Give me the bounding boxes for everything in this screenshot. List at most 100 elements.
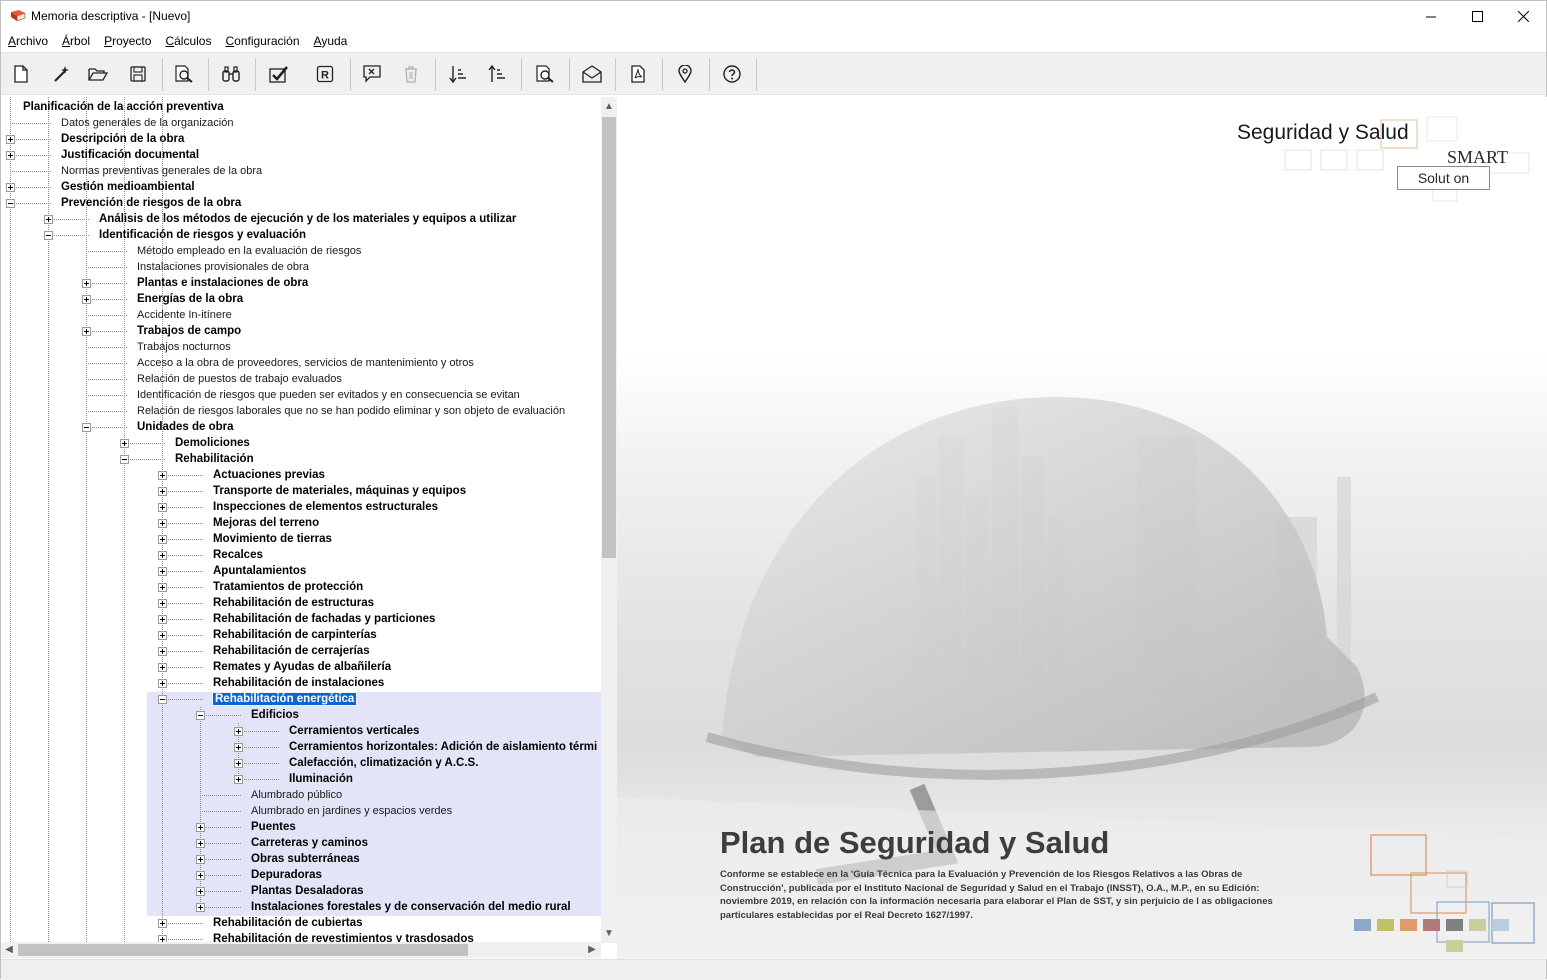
tree-item[interactable]: Inspecciones de elementos estructurales: [213, 499, 438, 515]
expand-plus-icon[interactable]: [158, 551, 167, 560]
tree-item[interactable]: Cerramientos verticales: [289, 723, 419, 739]
expand-plus-icon[interactable]: [158, 599, 167, 608]
tree-item[interactable]: Plantas e instalaciones de obra: [137, 275, 308, 291]
tree-item[interactable]: Rehabilitación de cubiertas: [213, 915, 363, 931]
scroll-right-arrow-icon[interactable]: ▶: [584, 942, 600, 958]
expand-plus-icon[interactable]: [196, 903, 205, 912]
tree-item[interactable]: Rehabilitación de carpinterías: [213, 627, 377, 643]
expand-plus-icon[interactable]: [196, 823, 205, 832]
menu-arbol[interactable]: Árbol: [55, 32, 97, 52]
expand-plus-icon[interactable]: [158, 615, 167, 624]
expand-plus-icon[interactable]: [196, 887, 205, 896]
tree-item[interactable]: Rehabilitación: [175, 451, 254, 467]
tree-item[interactable]: Rehabilitación de estructuras: [213, 595, 374, 611]
expand-plus-icon[interactable]: [6, 151, 15, 160]
project-tree[interactable]: Planificación de la acción preventiva Da…: [1, 97, 617, 959]
tree-item[interactable]: Calefacción, climatización y A.C.S.: [289, 755, 478, 771]
expand-plus-icon[interactable]: [158, 663, 167, 672]
expand-plus-icon[interactable]: [158, 503, 167, 512]
location-button[interactable]: [672, 61, 698, 87]
tree-item[interactable]: Remates y Ayudas de albañilería: [213, 659, 391, 675]
tree-item[interactable]: Plantas Desaladoras: [251, 883, 364, 899]
tree-item[interactable]: Alumbrado público: [251, 787, 342, 803]
tree-item[interactable]: Normas preventivas generales de la obra: [61, 163, 262, 179]
tree-item[interactable]: Alumbrado en jardines y espacios verdes: [251, 803, 452, 819]
tree-item[interactable]: Rehabilitación de cerrajerías: [213, 643, 370, 659]
tree-item[interactable]: Apuntalamientos: [213, 563, 306, 579]
tree-item[interactable]: Recalces: [213, 547, 263, 563]
tree-item[interactable]: Iluminación: [289, 771, 353, 787]
tree-item[interactable]: Instalaciones provisionales de obra: [137, 259, 309, 275]
menu-archivo[interactable]: Archivo: [1, 32, 55, 52]
tree-item[interactable]: Edificios: [251, 707, 299, 723]
tree-vertical-scrollbar[interactable]: ▲ ▼: [601, 97, 617, 943]
expand-plus-icon[interactable]: [196, 855, 205, 864]
print-preview-button[interactable]: [171, 61, 197, 87]
wizard-button[interactable]: [48, 61, 74, 87]
expand-plus-icon[interactable]: [158, 679, 167, 688]
tree-item-selected[interactable]: Rehabilitación energética: [211, 691, 358, 707]
expand-plus-icon[interactable]: [158, 535, 167, 544]
tree-item[interactable]: Relación de riesgos laborales que no se …: [137, 403, 565, 419]
sort-descending-button[interactable]: [484, 61, 510, 87]
tree-item[interactable]: Instalaciones forestales y de conservaci…: [251, 899, 571, 915]
scroll-down-arrow-icon[interactable]: ▼: [601, 926, 617, 942]
expand-plus-icon[interactable]: [158, 919, 167, 928]
collapse-minus-icon[interactable]: [6, 199, 15, 208]
tree-item[interactable]: Carreteras y caminos: [251, 835, 368, 851]
expand-plus-icon[interactable]: [234, 727, 243, 736]
comment-x-button[interactable]: [359, 61, 385, 87]
tree-item[interactable]: Análisis de los métodos de ejecución y d…: [99, 211, 516, 227]
expand-plus-icon[interactable]: [158, 471, 167, 480]
collapse-minus-icon[interactable]: [158, 695, 167, 704]
expand-plus-icon[interactable]: [234, 759, 243, 768]
tree-item[interactable]: Puentes: [251, 819, 296, 835]
tree-item[interactable]: Identificación de riesgos que pueden ser…: [137, 387, 520, 403]
vertical-scroll-thumb[interactable]: [602, 117, 616, 558]
collapse-minus-icon[interactable]: [196, 711, 205, 720]
expand-plus-icon[interactable]: [158, 583, 167, 592]
registered-button[interactable]: R: [312, 61, 338, 87]
expand-plus-icon[interactable]: [234, 775, 243, 784]
tree-item[interactable]: Gestión medioambiental: [61, 179, 195, 195]
tree-item[interactable]: Accidente In-itínere: [137, 307, 232, 323]
help-button[interactable]: [719, 61, 745, 87]
collapse-minus-icon[interactable]: [82, 423, 91, 432]
expand-plus-icon[interactable]: [158, 647, 167, 656]
tree-item[interactable]: Trabajos nocturnos: [137, 339, 231, 355]
mail-button[interactable]: [579, 61, 605, 87]
tree-item[interactable]: Transporte de materiales, máquinas y equ…: [213, 483, 466, 499]
expand-plus-icon[interactable]: [158, 631, 167, 640]
expand-plus-icon[interactable]: [158, 519, 167, 528]
delete-button[interactable]: [398, 61, 424, 87]
expand-plus-icon[interactable]: [196, 839, 205, 848]
expand-plus-icon[interactable]: [82, 295, 91, 304]
tree-item[interactable]: Energías de la obra: [137, 291, 243, 307]
expand-plus-icon[interactable]: [158, 487, 167, 496]
tree-item[interactable]: Mejoras del terreno: [213, 515, 319, 531]
close-button[interactable]: [1500, 1, 1546, 32]
minimize-button[interactable]: [1408, 1, 1454, 32]
expand-plus-icon[interactable]: [120, 439, 129, 448]
tree-horizontal-scrollbar[interactable]: ◀ ▶: [1, 942, 601, 958]
tree-item[interactable]: Prevención de riesgos de la obra: [61, 195, 241, 211]
tree-item[interactable]: Demoliciones: [175, 435, 250, 451]
tree-item[interactable]: Acceso a la obra de proveedores, servici…: [137, 355, 474, 371]
menu-proyecto[interactable]: Proyecto: [97, 32, 158, 52]
pdf-button[interactable]: [625, 61, 651, 87]
expand-plus-icon[interactable]: [82, 327, 91, 336]
tree-item[interactable]: Obras subterráneas: [251, 851, 360, 867]
tree-item[interactable]: Tratamientos de protección: [213, 579, 363, 595]
scroll-up-arrow-icon[interactable]: ▲: [601, 99, 617, 115]
find-button[interactable]: [218, 61, 244, 87]
save-button[interactable]: [125, 61, 151, 87]
document-search-button[interactable]: [532, 61, 558, 87]
sort-ascending-button[interactable]: [445, 61, 471, 87]
expand-plus-icon[interactable]: [6, 183, 15, 192]
horizontal-scroll-thumb[interactable]: [18, 944, 468, 956]
collapse-minus-icon[interactable]: [120, 455, 129, 464]
expand-plus-icon[interactable]: [234, 743, 243, 752]
tree-item[interactable]: Depuradoras: [251, 867, 322, 883]
tree-item[interactable]: Cerramientos horizontales: Adición de ai…: [289, 739, 597, 755]
menu-calculos[interactable]: Cálculos: [158, 32, 218, 52]
